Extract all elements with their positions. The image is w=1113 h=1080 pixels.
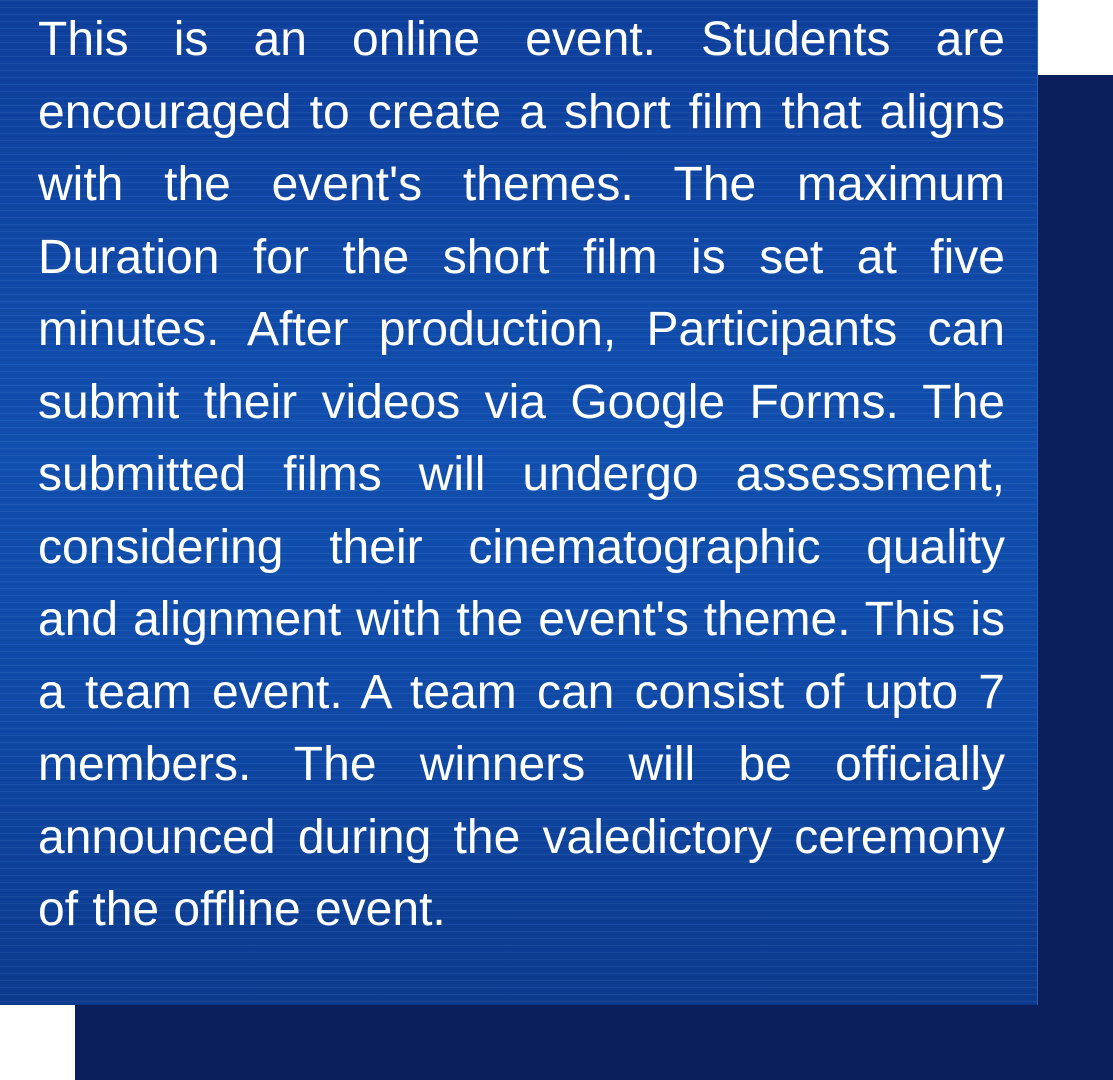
event-description-text: This is an online event. Students are en…	[38, 13, 1005, 936]
event-description-card: This is an online event. Students are en…	[0, 0, 1038, 1005]
